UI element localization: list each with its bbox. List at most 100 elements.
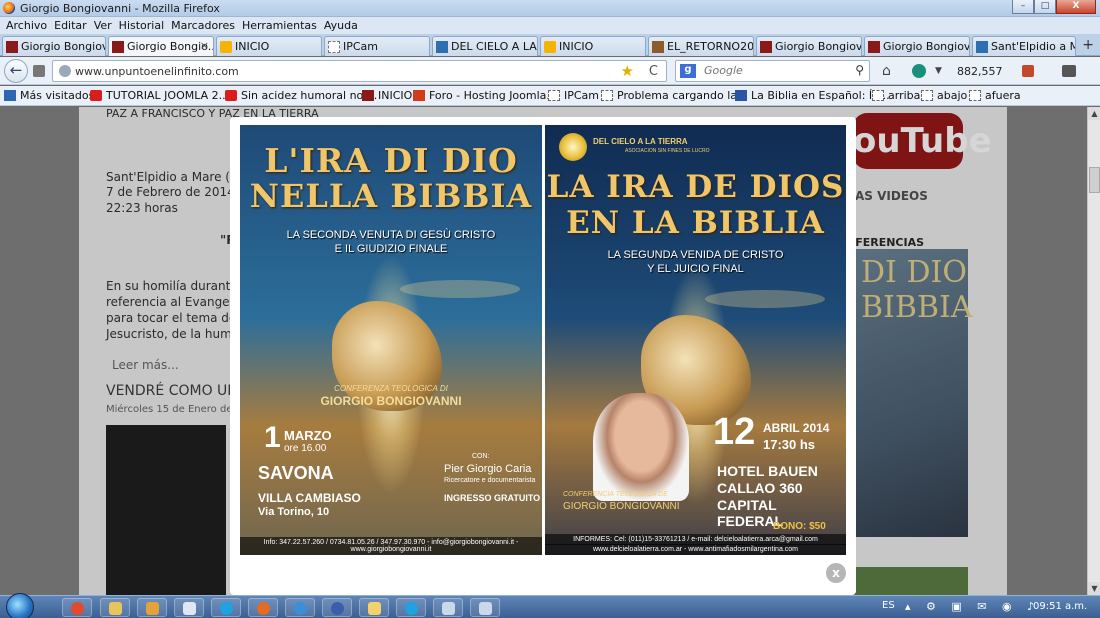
page-menu-icon[interactable]: [33, 65, 45, 77]
start-button[interactable]: [6, 593, 34, 618]
speaker-photo: [593, 393, 689, 501]
maximize-button[interactable]: □: [1034, 0, 1056, 14]
new-tab-button[interactable]: +: [1082, 37, 1094, 53]
bookmark-afuera[interactable]: afuera: [969, 89, 1021, 102]
addon-globe-icon[interactable]: [912, 64, 926, 78]
conference-label: CONFERENZA TEOLOGICA DI: [334, 384, 448, 393]
bookmark-label: Más visitados: [20, 89, 95, 102]
joomla-icon: [220, 41, 232, 53]
menu-editar[interactable]: Editar: [52, 17, 92, 34]
bookmark-label: TUTORIAL JOOMLA 2....: [106, 89, 233, 102]
event-time: 17:30 hs: [763, 437, 816, 452]
taskbar-folder[interactable]: [359, 598, 389, 617]
post-title[interactable]: VENDRÉ COMO UN: [106, 383, 238, 399]
read-more-link[interactable]: Leer más...: [112, 358, 179, 372]
scroll-down-icon[interactable]: ▼: [1088, 582, 1100, 595]
page-time-line: 22:23 horas: [106, 201, 178, 215]
poster-subtitle-line1: LA SEGUNDA VENIDA DE CRISTO: [607, 249, 784, 261]
tab-ipcam[interactable]: IPCam: [324, 36, 430, 56]
menu-marcadores[interactable]: Marcadores: [169, 17, 240, 34]
post-date: Miércoles 15 de Enero de: [106, 404, 233, 415]
sidebar-banner[interactable]: [853, 567, 968, 595]
url-text[interactable]: www.unpuntoenelinfinito.com: [75, 65, 239, 78]
youtube-logo[interactable]: ouTube: [853, 113, 992, 169]
lightbox-close-button[interactable]: x: [826, 563, 846, 583]
menu-archivo[interactable]: Archivo: [4, 17, 52, 34]
back-button[interactable]: ←: [4, 59, 28, 83]
event-venue: HOTEL BAUEN: [717, 463, 818, 479]
tab-inicio-1[interactable]: INICIO: [216, 36, 322, 56]
minimize-button[interactable]: –: [1012, 0, 1034, 14]
taskbar-app[interactable]: [322, 598, 352, 617]
tab-el-retorno[interactable]: EL_RETORNO2013...: [648, 36, 754, 56]
taskbar-media[interactable]: [137, 598, 167, 617]
tab-santelpidio[interactable]: Sant'Elpidio a Mar...: [972, 36, 1076, 56]
tab-close-icon[interactable]: ×: [200, 39, 209, 52]
menu-historial[interactable]: Historial: [117, 17, 169, 34]
tab-label: INICIO: [235, 40, 270, 53]
close-window-button[interactable]: X: [1056, 0, 1096, 14]
window-icon: [442, 602, 455, 615]
taskbar-tool[interactable]: [470, 598, 500, 617]
poster-title-line2: EN LA BIBLIA: [566, 205, 825, 241]
sidebar-poster[interactable]: DI DIO BIBBIA: [853, 249, 973, 537]
scroll-thumb[interactable]: [1089, 167, 1100, 193]
chevron-down-icon[interactable]: ▼: [935, 66, 942, 76]
tab-inicio-2[interactable]: INICIO: [540, 36, 646, 56]
url-bar[interactable]: www.unpuntoenelinfinito.com ★ C: [52, 60, 667, 82]
bookmark-label: arriba: [888, 89, 921, 102]
tab-giorgio-3[interactable]: Giorgio Bongiova...: [756, 36, 862, 56]
tab-giorgio-4[interactable]: Giorgio Bongiova...: [864, 36, 970, 56]
tools-icon[interactable]: [1062, 65, 1076, 77]
menu-ayuda[interactable]: Ayuda: [322, 17, 363, 34]
bookmark-inicio[interactable]: INICIO: [362, 89, 412, 102]
taskbar-explorer[interactable]: [100, 598, 130, 617]
sun-logo-icon: [559, 133, 587, 161]
event-month: MARZO: [284, 428, 332, 443]
media-player-icon: [146, 602, 159, 615]
taskbar-window[interactable]: [433, 598, 463, 617]
youtube-icon: [225, 90, 237, 101]
bookmark-biblia[interactable]: La Biblia en Español: Ín...: [735, 89, 890, 102]
sidebar-poster-line: BIBBIA: [861, 290, 973, 325]
language-indicator[interactable]: ES: [882, 600, 895, 611]
taskbar-chrome[interactable]: [62, 598, 92, 617]
home-icon[interactable]: ⌂: [882, 63, 891, 79]
addon-icon[interactable]: [1022, 65, 1034, 77]
taskbar-skype-1[interactable]: [211, 598, 241, 617]
system-clock[interactable]: 09:51 a.m.: [1033, 601, 1087, 612]
tab-del-cielo[interactable]: DEL CIELO A LA TI...: [432, 36, 538, 56]
tab-giorgio-active[interactable]: Giorgio Bongio... ×: [108, 36, 214, 56]
google-icon[interactable]: g: [680, 64, 696, 78]
taskbar-firefox[interactable]: [248, 598, 278, 617]
biblia-icon: [735, 90, 747, 101]
bookmark-arriba[interactable]: arriba: [872, 89, 920, 102]
bookmark-foro[interactable]: Foro - Hosting Joomla...: [413, 89, 557, 102]
scroll-up-icon[interactable]: ▲: [1088, 107, 1100, 120]
chrome-icon: [71, 602, 84, 615]
bookmark-problema[interactable]: Problema cargando la...: [601, 89, 748, 102]
bookmark-sin-acidez[interactable]: Sin acidez humoral no ...: [225, 89, 377, 102]
bookmark-mas-visitados[interactable]: Más visitados: [4, 89, 94, 102]
menu-ver[interactable]: Ver: [92, 17, 117, 34]
search-input[interactable]: [704, 64, 844, 77]
bookmark-star-icon[interactable]: ★: [621, 62, 634, 80]
tab-giorgio-1[interactable]: Giorgio Bongiova...: [2, 36, 106, 56]
page-scrollbar[interactable]: ▲ ▼: [1087, 107, 1100, 595]
taskbar-skype-2[interactable]: [396, 598, 426, 617]
menu-herramientas[interactable]: Herramientas: [240, 17, 322, 34]
system-tray-icons[interactable]: ▴ ⚙ ▣ ✉ ◉ ♪: [905, 600, 1040, 613]
blank-page-icon: [548, 90, 560, 101]
bookmark-tutorial-joomla[interactable]: TUTORIAL JOOMLA 2....: [90, 89, 233, 102]
bookmark-ipcam[interactable]: IPCam: [548, 89, 599, 102]
bookmark-abajo[interactable]: abajo: [921, 89, 967, 102]
page-date-line: 7 de Febrero de 2014.: [106, 185, 239, 199]
search-icon[interactable]: ⚲: [855, 63, 864, 77]
taskbar-notes[interactable]: [174, 598, 204, 617]
reload-icon[interactable]: C: [649, 64, 658, 79]
conference-label: CONFERENCIA TEOLOGICA DE: [563, 491, 668, 498]
blank-page-icon: [872, 90, 884, 101]
taskbar-ie[interactable]: [285, 598, 315, 617]
face-eyes: [400, 280, 520, 298]
search-bar[interactable]: g ⚲: [675, 60, 870, 82]
